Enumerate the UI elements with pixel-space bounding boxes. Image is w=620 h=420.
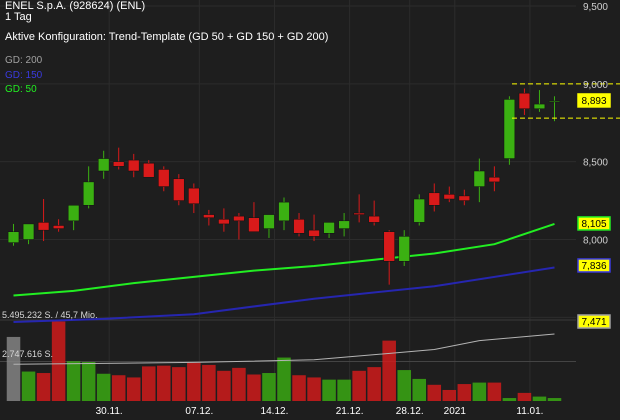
candle-body (383, 231, 395, 262)
volume-bar (517, 392, 532, 401)
candle-body (113, 161, 125, 167)
y-tick-label: 8,500 (583, 158, 608, 169)
y-tick-label: 9,500 (583, 2, 608, 13)
chart-background (0, 0, 620, 420)
candle-body (158, 169, 170, 187)
candle-body (533, 103, 546, 109)
volume-bar (277, 357, 291, 401)
legend-ma150[interactable]: GD: 150 (5, 70, 42, 81)
volume-bar (202, 364, 216, 401)
candle-body (248, 217, 260, 232)
volume-bar (157, 365, 171, 401)
volume-bar (532, 396, 547, 401)
candle-body (98, 158, 110, 172)
volume-bar (442, 389, 457, 401)
candle-body (218, 219, 230, 225)
candle-body (458, 195, 470, 201)
volume-bar (472, 382, 487, 401)
candle-body (353, 212, 365, 215)
candle-body (428, 192, 440, 206)
stock-chart: 9,5009,0008,5008,0007,50030.11.07.12.14.… (0, 0, 620, 420)
candle-body (22, 223, 35, 240)
volume-bar (111, 375, 126, 401)
y-tick-label: 9,000 (583, 80, 608, 91)
volume-bar (172, 367, 186, 401)
candle-body (278, 201, 290, 222)
candle-body (548, 100, 561, 103)
volume-bar (6, 336, 21, 401)
price-tag-label: 8,105 (581, 219, 606, 230)
volume-bar (382, 340, 396, 401)
x-tick-label: 14.12. (261, 406, 289, 417)
volume-bar (126, 377, 141, 401)
volume-bar (187, 362, 201, 401)
x-tick-label: 07.12. (185, 406, 213, 417)
x-tick-label: 30.11. (96, 406, 123, 417)
volume-bar (21, 371, 36, 401)
volume-bar (352, 370, 366, 401)
candle-body (488, 176, 501, 183)
candle-body (323, 222, 335, 234)
volume-bar (502, 398, 517, 401)
volume-bar (247, 374, 261, 401)
volume-bar (232, 367, 246, 401)
candle-body (188, 187, 200, 204)
price-tag-label: 7,836 (581, 261, 606, 272)
volume-mid-label: 2.747.616 S. (2, 349, 54, 359)
volume-bar (96, 373, 111, 401)
volume-bar (547, 398, 562, 401)
candle-body (128, 159, 140, 172)
volume-bar (262, 373, 276, 401)
candle-body (473, 170, 486, 187)
price-tag-label: 8,893 (581, 96, 606, 107)
volume-bar (81, 361, 96, 401)
x-tick-label: 11.01. (516, 406, 543, 417)
candle-body (7, 231, 20, 243)
volume-bar (36, 373, 51, 401)
volume-bar (51, 321, 66, 401)
candle-body (173, 178, 185, 201)
volume-bar (292, 375, 306, 401)
volume-bar (412, 378, 427, 401)
volume-bar (217, 370, 231, 401)
volume-bar (367, 367, 381, 401)
candle-body (293, 219, 305, 234)
candle-body (233, 215, 245, 222)
volume-bar (322, 379, 336, 401)
volume-bar (337, 379, 351, 401)
candle-body (203, 214, 215, 218)
candle-body (37, 222, 50, 231)
x-tick-label: 2021 (444, 406, 467, 417)
candle-body (368, 215, 380, 223)
legend-ma200[interactable]: GD: 200 (5, 55, 42, 66)
price-tag-label: 7,471 (581, 317, 606, 328)
volume-bar (427, 384, 442, 401)
chart-interval: 1 Tag (5, 11, 32, 23)
candle-body (518, 92, 531, 109)
candle-body (338, 220, 350, 229)
x-tick-label: 21.12. (336, 406, 364, 417)
volume-bar (487, 382, 502, 401)
candle-body (443, 194, 455, 200)
y-tick-label: 8,000 (583, 235, 608, 246)
candle-body (52, 225, 65, 229)
volume-bar (141, 366, 156, 401)
candle-body (263, 214, 275, 229)
volume-bar (457, 384, 472, 401)
volume-bar (66, 361, 81, 401)
active-config: Aktive Konfiguration: Trend-Template (GD… (5, 31, 329, 43)
candle-body (67, 205, 80, 222)
candle-body (82, 181, 95, 206)
volume-max-label: 5.495.232 S. / 45,7 Mio. (2, 310, 98, 320)
x-tick-label: 28.12. (396, 406, 424, 417)
legend-ma50[interactable]: GD: 50 (5, 84, 37, 95)
candle-body (503, 99, 516, 159)
volume-bar (307, 377, 321, 401)
candle-body (413, 198, 425, 223)
volume-bar (397, 370, 411, 401)
candle-body (143, 162, 155, 178)
candle-body (398, 236, 410, 262)
candle-body (308, 229, 320, 237)
